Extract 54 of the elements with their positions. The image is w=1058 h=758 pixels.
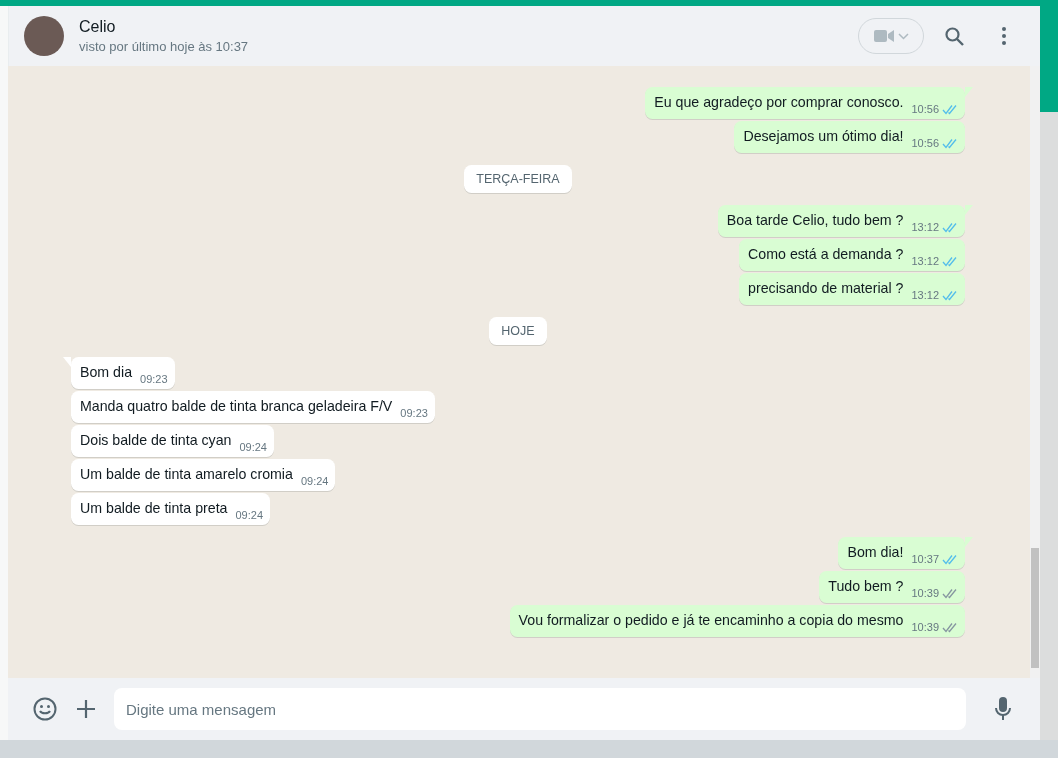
sent-message-bubble[interactable]: Eu que agradeço por comprar conosco. 10:56 xyxy=(645,87,965,119)
sent-message-bubble[interactable]: Desejamos um ótimo dia! 10:56 xyxy=(734,121,965,153)
sent-message-bubble[interactable]: Tudo bem ? 10:39 xyxy=(819,571,965,603)
caret-icon xyxy=(897,32,909,40)
message-time: 13:12 xyxy=(911,221,939,233)
message-time: 09:23 xyxy=(140,373,168,385)
message-time: 09:24 xyxy=(239,441,267,453)
message-time: 10:39 xyxy=(911,621,939,633)
message-input-field[interactable]: Digite uma mensagem xyxy=(114,688,966,730)
message-time: 10:56 xyxy=(911,137,939,149)
sent-message-bubble[interactable]: Boa tarde Celio, tudo bem ? 13:12 xyxy=(717,205,965,237)
message-text: Um balde de tinta preta xyxy=(80,499,228,518)
message-text: Eu que agradeço por comprar conosco. xyxy=(654,93,904,112)
received-message-bubble[interactable]: Um balde de tinta amarelo cromia 09:24 xyxy=(71,459,336,491)
message-text: Um balde de tinta amarelo cromia xyxy=(80,465,293,484)
message-time: 09:24 xyxy=(235,509,263,521)
message-time: 10:56 xyxy=(911,103,939,115)
contact-avatar[interactable] xyxy=(24,16,64,56)
received-message-bubble[interactable]: Um balde de tinta preta 09:24 xyxy=(71,493,270,525)
sent-message-bubble[interactable]: Bom dia! 10:37 xyxy=(838,537,965,569)
message-text: Dois balde de tinta cyan xyxy=(80,431,232,450)
scrollbar[interactable] xyxy=(1030,66,1040,678)
received-message-bubble[interactable]: Manda quatro balde de tinta branca geladeira F/V 09:23 xyxy=(71,391,435,423)
message-text: Manda quatro balde de tinta branca geladeira F/V xyxy=(80,397,393,416)
plus-icon xyxy=(76,699,96,719)
sent-message-bubble[interactable]: Vou formalizar o pedido e já te encaminho a copia do mesmo 10:39 xyxy=(509,605,965,637)
search-icon xyxy=(944,26,964,46)
message-text: Boa tarde Celio, tudo bem ? xyxy=(726,211,904,230)
last-seen-status: visto por último hoje às 10:37 xyxy=(79,37,250,56)
message-time: 13:12 xyxy=(911,289,939,301)
message-time: 09:24 xyxy=(300,475,329,487)
message-text: Tudo bem ? xyxy=(828,577,904,596)
smiley-icon xyxy=(33,697,57,721)
contact-name[interactable]: Celio xyxy=(79,15,858,37)
video-camera-icon xyxy=(873,29,894,43)
microphone-icon xyxy=(995,697,1011,721)
date-separator: HOJE xyxy=(489,317,547,345)
message-time: 13:12 xyxy=(911,255,939,267)
message-text: Bom dia xyxy=(80,363,133,382)
scrollbar-thumb[interactable] xyxy=(1031,548,1039,668)
message-text: precisando de material ? xyxy=(748,279,904,298)
menu-icon xyxy=(1002,27,1006,45)
sent-message-bubble[interactable]: precisando de material ? 13:12 xyxy=(739,273,965,305)
date-separator: TERÇA-FEIRA xyxy=(464,165,572,193)
message-time: 09:23 xyxy=(400,407,428,419)
message-text: Bom dia! xyxy=(847,543,904,562)
message-text: Desejamos um ótimo dia! xyxy=(743,127,904,146)
message-time: 10:39 xyxy=(911,587,939,599)
message-time: 10:37 xyxy=(911,553,939,565)
received-message-bubble[interactable]: Dois balde de tinta cyan 09:24 xyxy=(71,425,274,457)
message-text: Como está a demanda ? xyxy=(748,245,904,264)
received-message-bubble[interactable]: Bom dia 09:23 xyxy=(71,357,175,389)
message-text: Vou formalizar o pedido e já te encaminho a copia do mesmo xyxy=(518,611,904,630)
sent-message-bubble[interactable]: Como está a demanda ? 13:12 xyxy=(739,239,965,271)
